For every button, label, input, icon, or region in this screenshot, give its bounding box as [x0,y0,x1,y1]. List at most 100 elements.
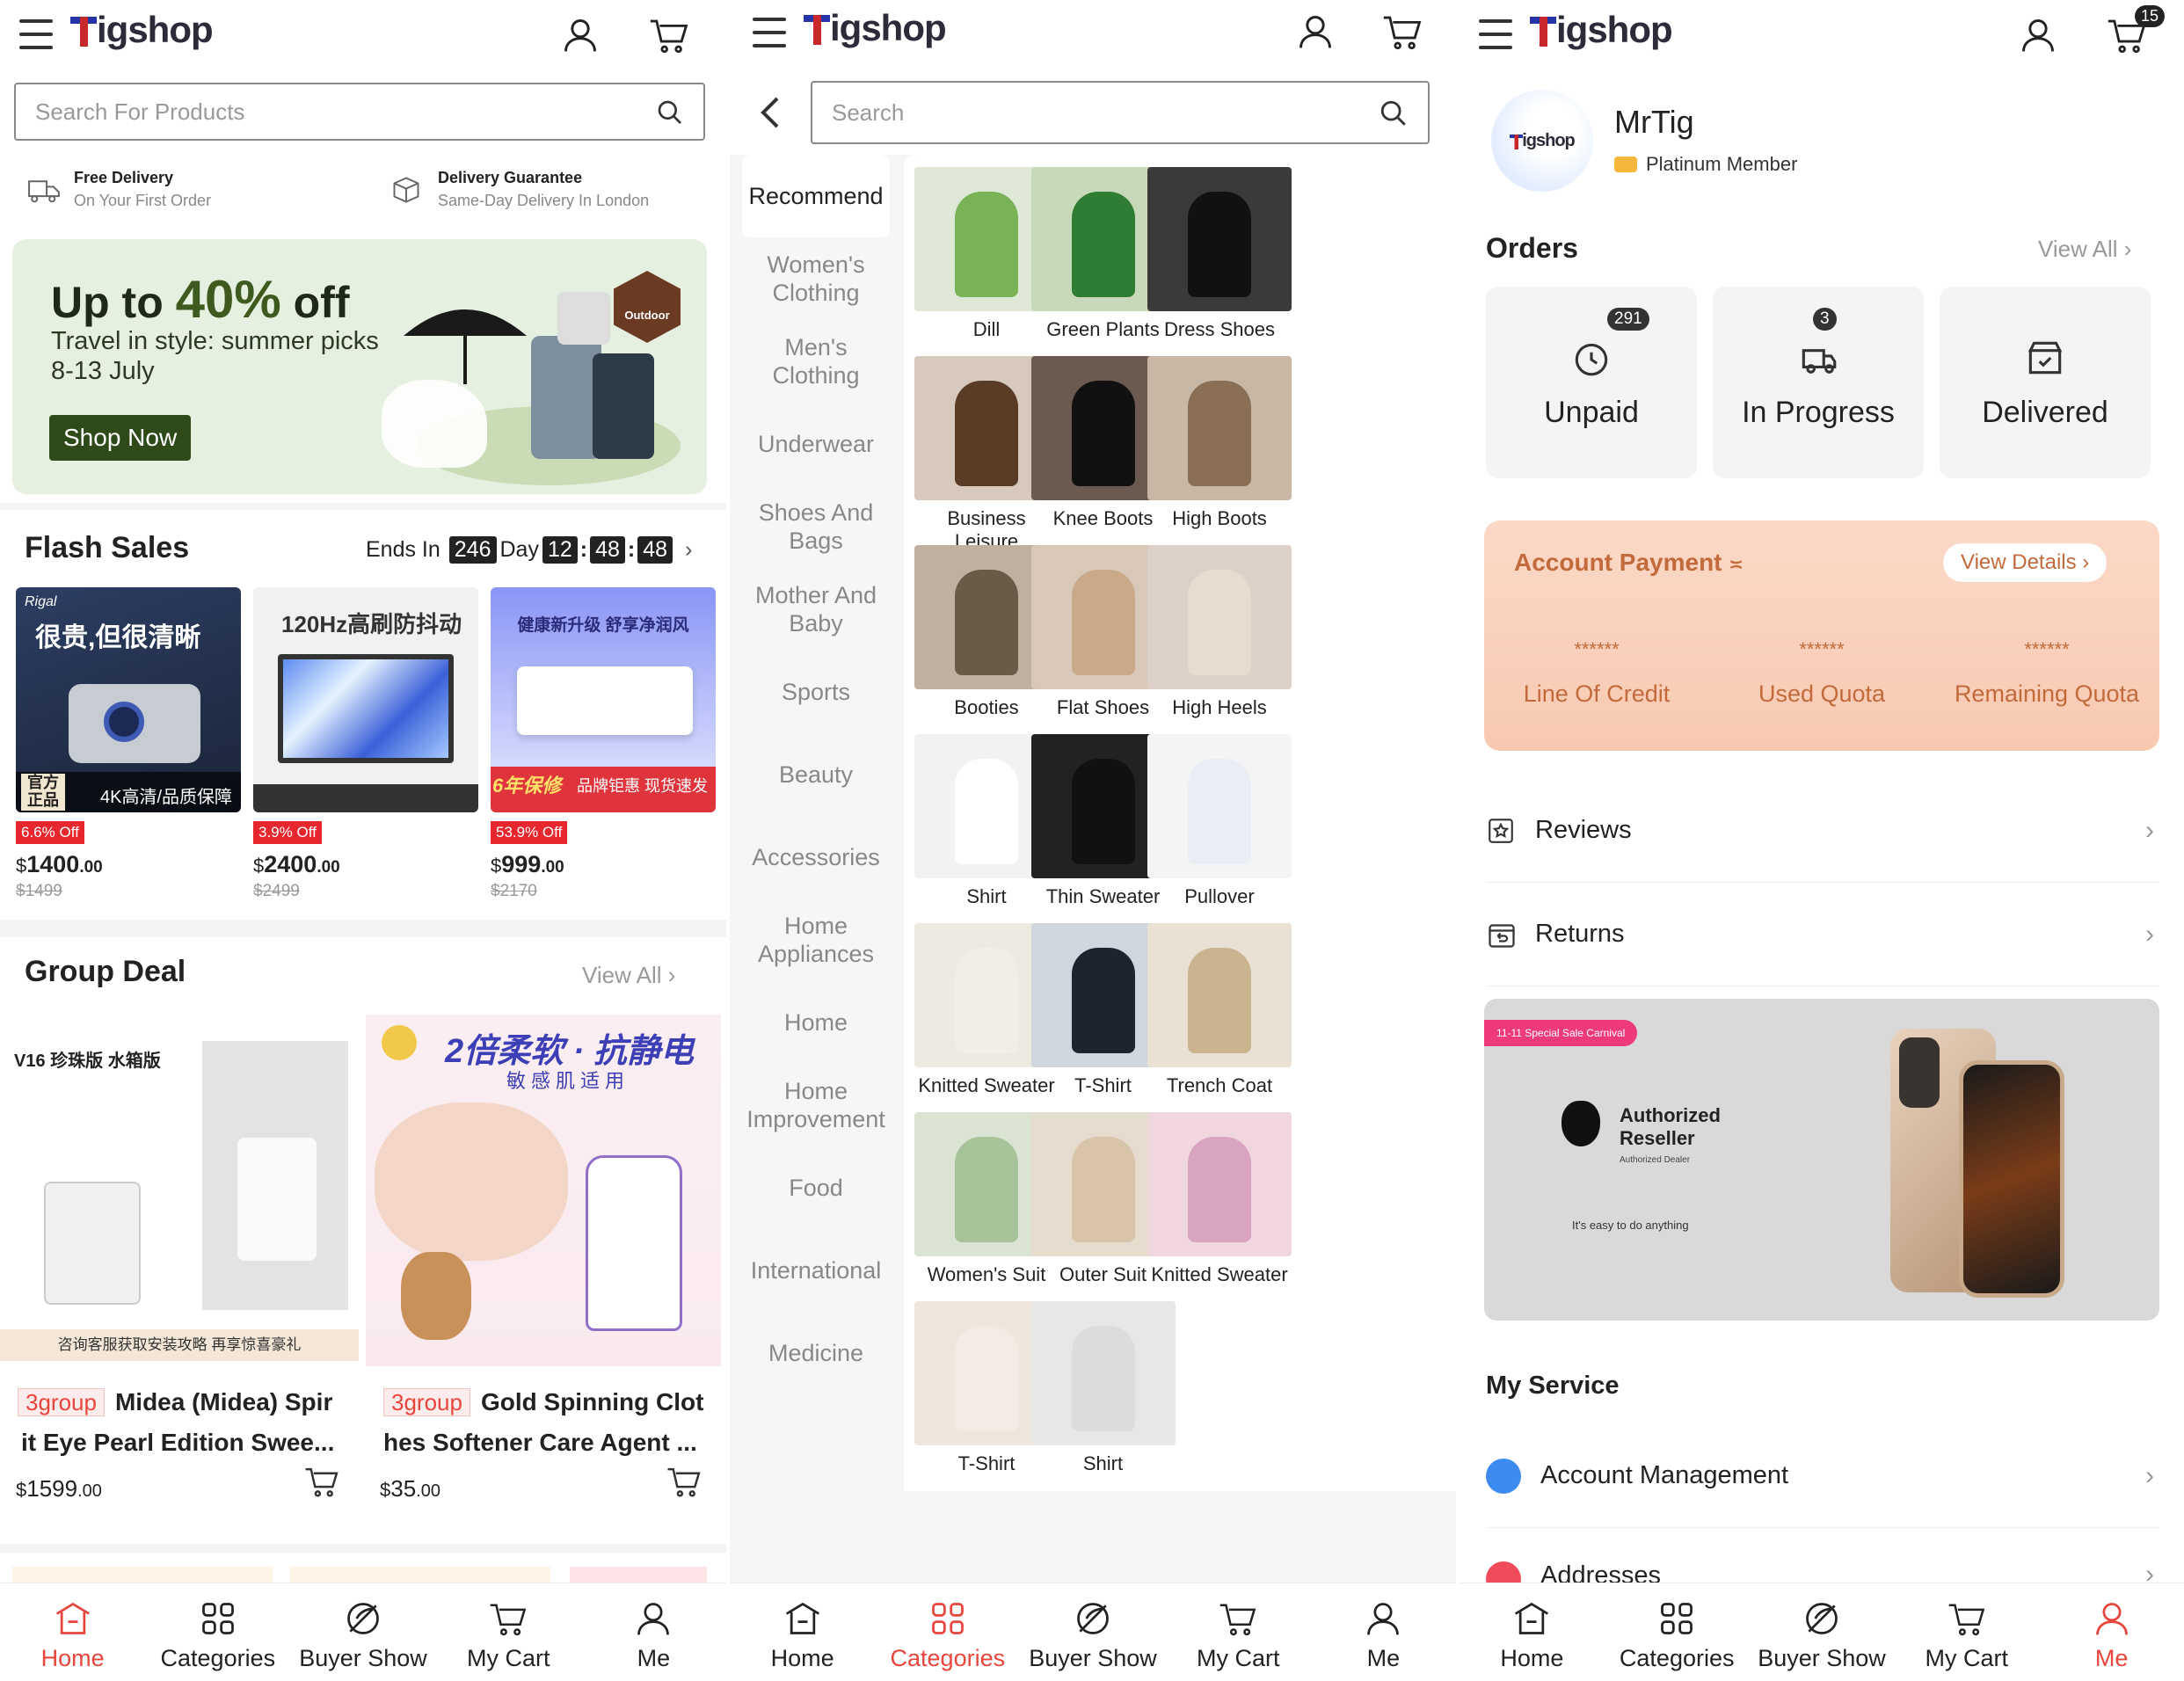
category-grid-item[interactable]: High Heels [1147,545,1292,719]
group-item-name: 3group Gold Spinning Clot hes Softener Car… [383,1388,704,1456]
menu-icon[interactable] [753,18,786,49]
nav-home[interactable]: Home [730,1583,875,1681]
promo-title: Authorized Reseller [1620,1104,1721,1149]
category-image [1147,356,1292,500]
group-item[interactable]: V16 珍珠版 水箱版 咨询客服获取安装攻略 再享惊喜豪礼 3group Mide… [0,1015,359,1507]
chevron-right-icon: › [2145,919,2154,949]
reviews-row[interactable]: Reviews › [1486,779,2159,883]
promo-tagline: It's easy to do anything [1572,1219,1689,1232]
cart-count-badge: 15 [2135,5,2166,27]
nav-categories[interactable]: Categories [145,1583,290,1681]
me-header: igshop 15 [1460,0,2184,72]
avatar[interactable]: igshop [1491,90,1593,192]
user-icon[interactable] [1296,12,1335,51]
crown-icon [1614,156,1637,172]
nav-buyer-show[interactable]: Buyer Show [290,1583,435,1681]
nav-home[interactable]: Home [0,1583,145,1681]
nav-categories[interactable]: Categories [875,1583,1020,1681]
flash-item[interactable]: 健康新升级 舒享净润风 6年保修 品牌钜惠 现货速发 53.9% Off $99… [491,587,716,901]
nav-me[interactable]: Me [581,1583,726,1681]
view-details-button[interactable]: View Details › [1943,543,2108,582]
account-management-row[interactable]: Account Management › [1486,1424,2159,1528]
home-screen: igshop Search For Products Free Delivery… [0,0,726,1681]
menu-icon[interactable] [1479,19,1512,51]
guarantee-title: Delivery Guarantee [438,169,583,186]
free-delivery-title: Free Delivery [74,169,174,186]
flash-item[interactable]: 120Hz高刷防抖动 3.9% Off $2400.00 $2499 [253,587,478,901]
search-icon[interactable] [656,98,684,127]
nav-my-cart[interactable]: My Cart [1166,1583,1311,1681]
banner-line1: Travel in style: summer picks [51,327,379,355]
category-sidebar-item[interactable]: Beauty [730,733,902,816]
cart-icon[interactable] [1382,12,1423,51]
nav-my-cart[interactable]: My Cart [436,1583,581,1681]
search-input[interactable]: Search For Products [14,83,705,141]
category-image [1147,923,1292,1067]
category-sidebar-item[interactable]: Medicine [730,1312,902,1394]
user-icon[interactable] [2019,16,2057,55]
logo[interactable]: igshop [70,9,214,51]
cart-icon[interactable] [649,16,689,55]
nav-my-cart[interactable]: My Cart [1894,1583,2039,1681]
nav-buyer-show[interactable]: Buyer Show [1750,1583,1895,1681]
user-icon[interactable] [561,16,600,55]
category-sidebar-item[interactable]: Mother And Baby [730,568,902,651]
account-icon [1486,1458,1521,1494]
category-grid-item[interactable]: Trench Coat [1147,923,1292,1097]
search-input[interactable]: Search [811,81,1430,144]
nav-home[interactable]: Home [1460,1583,1605,1681]
category-sidebar-item[interactable]: International [730,1229,902,1312]
order-unpaid[interactable]: 291 Unpaid [1486,287,1697,478]
category-sidebar-item[interactable]: Sports [730,651,902,733]
orders-view-all[interactable]: View All › [2038,236,2131,263]
countdown-seconds: 48 [637,536,673,564]
group-view-all[interactable]: View All › [582,962,675,989]
category-grid-item[interactable]: Pullover [1147,734,1292,908]
leaf-icon [347,1603,379,1634]
menu-icon[interactable] [19,19,53,51]
reviews-label: Reviews [1535,816,1632,844]
category-sidebar-item[interactable]: Home [730,981,902,1064]
category-sidebar-item[interactable]: Shoes And Bags [730,485,902,568]
category-sidebar-item[interactable]: Women's Clothing [730,237,902,320]
nav-buyer-show[interactable]: Buyer Show [1020,1583,1165,1681]
category-grid-item[interactable]: Dress Shoes [1147,167,1292,341]
category-grid-item[interactable]: Knitted Sweater [1147,1112,1292,1286]
order-delivered[interactable]: Delivered [1940,287,2151,478]
category-sidebar-item[interactable]: Recommend [742,155,890,237]
promo-tag: 11-11 Special Sale Carnival [1484,1020,1638,1046]
search-icon[interactable] [1379,98,1409,128]
category-sidebar-item[interactable]: Underwear [730,403,902,485]
nav-me[interactable]: Me [2039,1583,2184,1681]
logo[interactable]: igshop [804,7,947,49]
back-arrow-icon[interactable] [760,95,781,130]
nav-categories[interactable]: Categories [1605,1583,1750,1681]
category-sidebar-item[interactable]: Accessories [730,816,902,899]
shop-now-button[interactable]: Shop Now [49,415,192,461]
promo-banner[interactable]: 11-11 Special Sale Carnival Authorized Re… [1484,999,2159,1321]
group-item[interactable]: 2倍柔软 · 抗静电 敏感肌适用 3group Gold Spinning Clo… [366,1015,721,1507]
logo[interactable]: igshop [1530,9,1673,51]
category-grid-item[interactable]: Shirt [1030,1301,1176,1475]
chevron-right-icon[interactable]: › [685,537,692,563]
returns-row[interactable]: Returns › [1486,883,2159,986]
flash-item[interactable]: Rigal 很贵,但很清晰 官方正品 4K高清/品质保障 6.6% Off $1… [16,587,241,901]
category-sidebar-item[interactable]: Home Appliances [730,899,902,981]
eye-closed-icon[interactable]: ≍ [1729,556,1744,575]
category-sidebar-item[interactable]: Men's Clothing [730,320,902,403]
category-sidebar-item[interactable]: Food [730,1146,902,1229]
in-progress-count: 3 [1813,308,1837,331]
account-payment-title: Account Payment ≍ [1514,549,1744,576]
promo-banner[interactable]: Up to 40% off Travel in style: summer pi… [12,239,707,494]
order-in-progress[interactable]: 3 In Progress [1713,287,1924,478]
unpaid-count: 291 [1607,308,1649,331]
category-label: Knitted Sweater [1151,1263,1288,1285]
nav-me[interactable]: Me [1311,1583,1456,1681]
flash-item-image: 健康新升级 舒享净润风 6年保修 品牌钜惠 现货速发 [491,587,716,812]
add-to-cart-icon[interactable] [304,1465,339,1498]
add-to-cart-icon[interactable] [666,1465,702,1498]
category-grid-item[interactable]: High Boots [1147,356,1292,530]
chevron-right-icon: › [2145,1460,2154,1490]
star-box-icon [1489,818,1513,843]
category-sidebar-item[interactable]: Home Improvement [730,1064,902,1146]
